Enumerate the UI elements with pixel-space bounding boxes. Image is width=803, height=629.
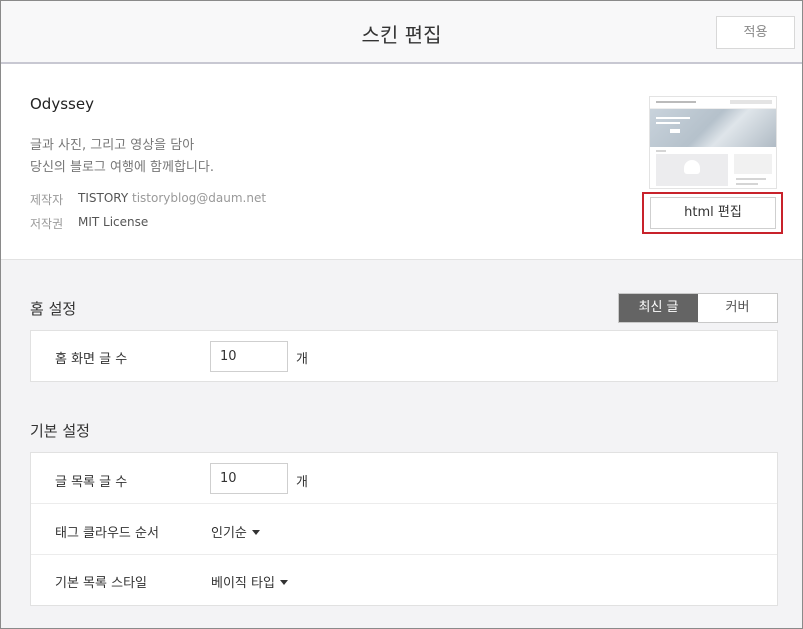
author-email: tistoryblog@daum.net	[132, 191, 267, 205]
row-divider	[31, 554, 777, 555]
list-style-select[interactable]: 베이직 타입	[211, 572, 288, 591]
list-count-unit: 개	[296, 475, 308, 490]
skin-description-line1: 글과 사진, 그리고 영상을 담아	[30, 138, 195, 153]
list-count-input[interactable]: 10	[210, 463, 288, 494]
basic-settings-title: 기본 설정	[30, 422, 90, 440]
apply-button[interactable]: 적용	[716, 16, 795, 49]
home-type-toggle: 최신 글 커버	[618, 293, 778, 323]
home-post-count-unit: 개	[296, 352, 308, 367]
tag-cloud-order-value: 인기순	[211, 526, 247, 541]
tag-cloud-order-label: 태그 클라우드 순서	[55, 526, 159, 541]
home-settings-title: 홈 설정	[30, 300, 77, 318]
home-settings-panel: 홈 화면 글 수 10 개	[30, 330, 778, 382]
author-label: 제작자	[30, 193, 64, 207]
author-value: TISTORY tistoryblog@daum.net	[78, 191, 266, 205]
page-title: 스킨 편집	[361, 23, 442, 47]
tag-cloud-order-select[interactable]: 인기순	[211, 522, 260, 541]
license-label: 저작권	[30, 217, 64, 231]
skin-preview-thumbnail	[649, 96, 777, 189]
html-edit-button[interactable]: html 편집	[650, 197, 776, 229]
tab-latest-posts[interactable]: 최신 글	[619, 294, 698, 322]
license-value: MIT License	[78, 215, 149, 229]
caret-down-icon	[251, 530, 260, 535]
list-style-value: 베이직 타입	[211, 576, 275, 591]
tab-cover[interactable]: 커버	[698, 294, 777, 322]
skin-name: Odyssey	[30, 95, 94, 113]
skin-description-line2: 당신의 블로그 여행에 함께합니다.	[30, 160, 214, 175]
caret-down-icon	[279, 580, 288, 585]
list-style-label: 기본 목록 스타일	[55, 576, 147, 591]
author-name: TISTORY	[78, 191, 129, 205]
list-count-label: 글 목록 글 수	[55, 475, 128, 490]
basic-settings-panel: 글 목록 글 수 10 개 태그 클라우드 순서 인기순 기본 목록 스타일 베…	[30, 452, 778, 606]
home-post-count-label: 홈 화면 글 수	[55, 352, 128, 367]
row-divider	[31, 503, 777, 504]
home-post-count-input[interactable]: 10	[210, 341, 288, 372]
page-header: 스킨 편집 적용	[1, 1, 802, 64]
